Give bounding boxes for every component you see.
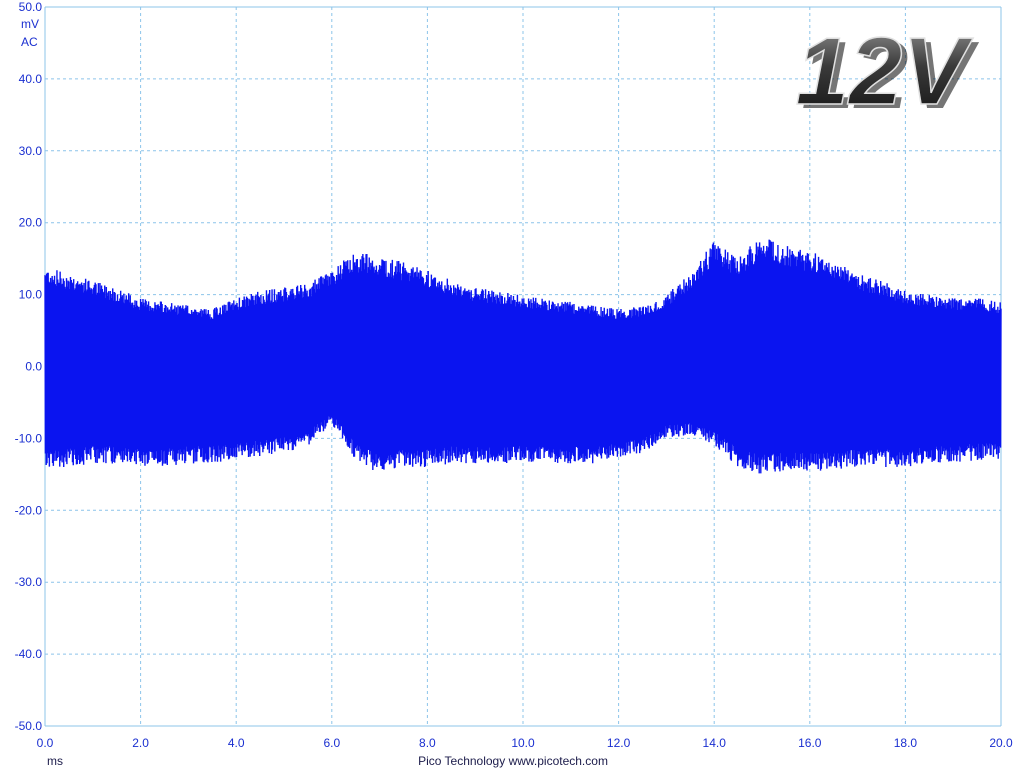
y-tick-label: -10.0 <box>15 431 43 445</box>
y-tick-label: 0.0 <box>25 360 42 374</box>
y-tick-label: 30.0 <box>19 144 43 158</box>
y-tick-label: -30.0 <box>15 575 43 589</box>
y-tick-label: -50.0 <box>15 719 43 733</box>
y-tick-label: -40.0 <box>15 647 43 661</box>
x-axis-ticks: 0.0 2.0 4.0 6.0 8.0 10.0 12.0 14.0 16.0 18.0 20.0 <box>37 736 1013 750</box>
x-tick-label: 14.0 <box>703 736 727 750</box>
y-tick-label: 40.0 <box>19 72 43 86</box>
y-coupling-label: AC <box>21 35 38 49</box>
y-unit-label: mV <box>21 17 39 31</box>
x-tick-label: 6.0 <box>323 736 340 750</box>
y-tick-label: 10.0 <box>19 288 43 302</box>
x-tick-label: 2.0 <box>132 736 149 750</box>
x-tick-label: 0.0 <box>37 736 54 750</box>
y-tick-label: 50.0 <box>19 0 43 14</box>
x-tick-label: 10.0 <box>511 736 535 750</box>
x-tick-label: 12.0 <box>607 736 631 750</box>
voltage-badge: 12V <box>796 18 974 125</box>
x-tick-label: 4.0 <box>228 736 245 750</box>
y-tick-label: 20.0 <box>19 216 43 230</box>
footer-credit: Pico Technology www.picotech.com <box>418 754 608 768</box>
x-tick-label: 20.0 <box>989 736 1013 750</box>
oscilloscope-chart: 50.0 40.0 30.0 20.0 10.0 0.0 -10.0 -20.0 -30.0 -4… <box>15 0 1013 768</box>
y-axis-ticks: 50.0 40.0 30.0 20.0 10.0 0.0 -10.0 -20.0 -30.0 -4… <box>15 0 43 733</box>
waveform-series <box>44 239 1002 474</box>
y-tick-label: -20.0 <box>15 503 43 517</box>
x-tick-label: 18.0 <box>894 736 918 750</box>
x-tick-label: 16.0 <box>798 736 822 750</box>
trace <box>44 239 1002 474</box>
x-tick-label: 8.0 <box>419 736 436 750</box>
x-unit-label: ms <box>47 754 63 768</box>
